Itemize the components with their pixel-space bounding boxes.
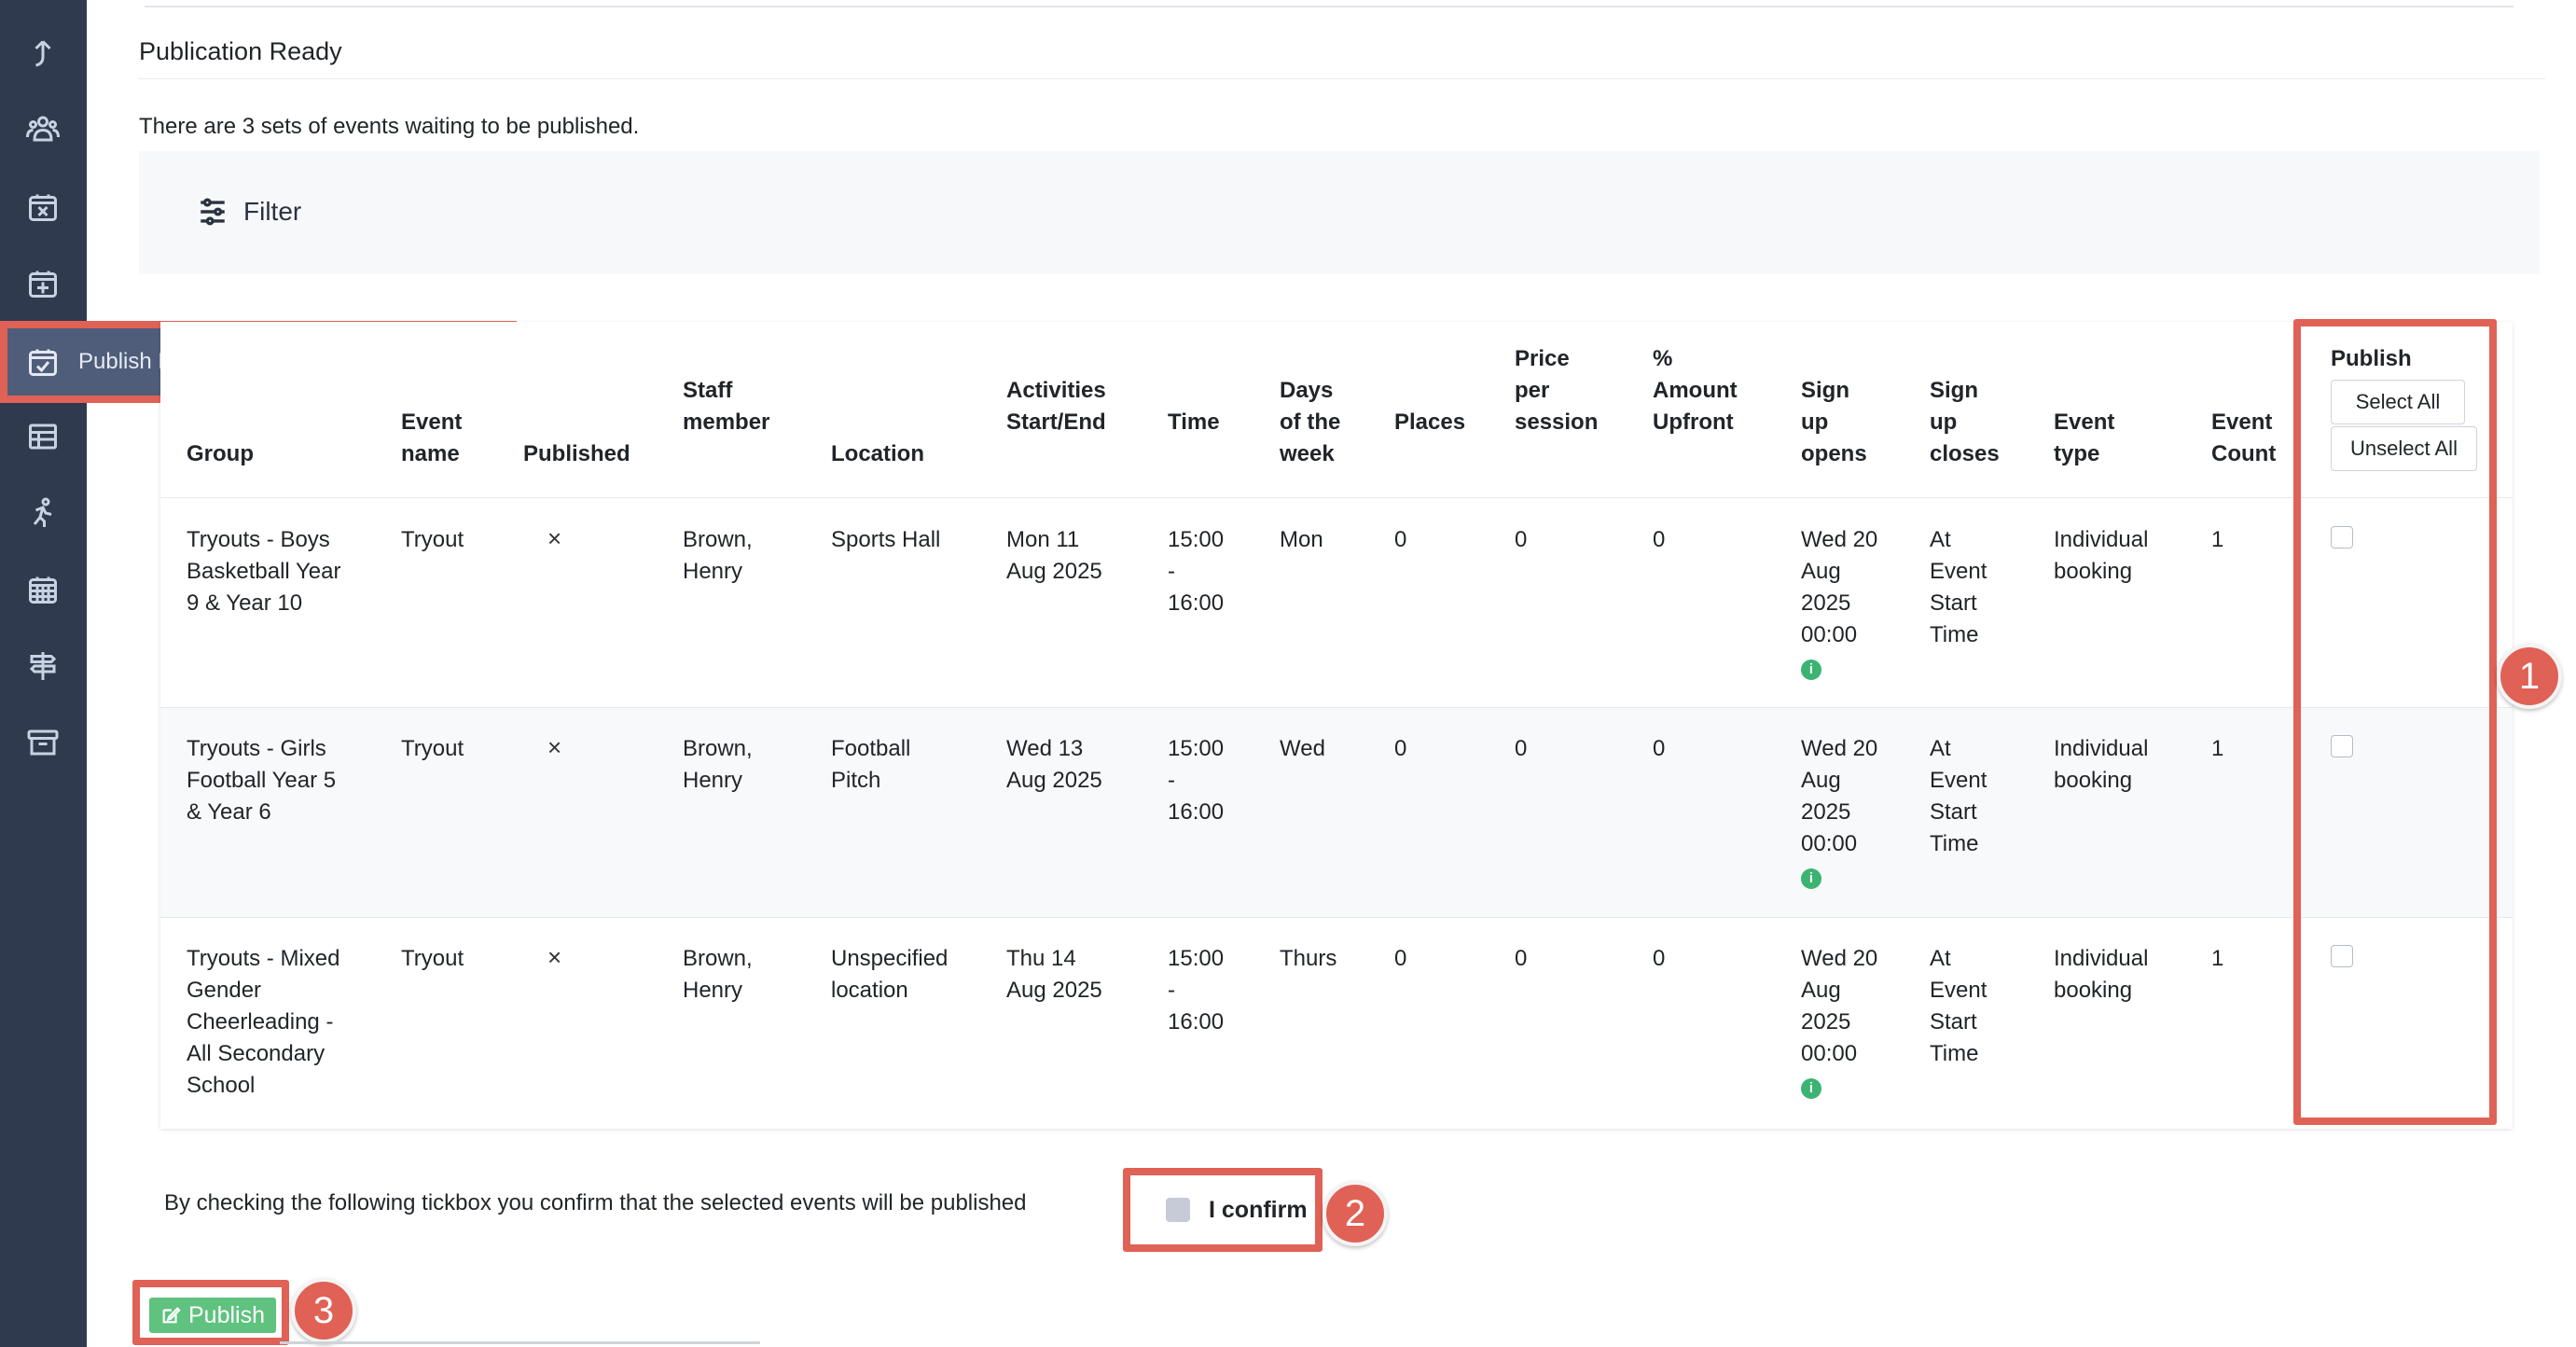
annotation-badge-3: 3	[291, 1278, 356, 1343]
cell-event-name: Tryout	[401, 946, 464, 971]
sliders-icon	[201, 198, 225, 226]
cell-event-name: Tryout	[401, 736, 464, 761]
header-time: Time	[1168, 410, 1220, 435]
cell-time: 15:00-16:00	[1168, 946, 1225, 1035]
filter-label: Filter	[243, 197, 302, 226]
archive-icon[interactable]	[24, 724, 62, 761]
calendar-grid-icon[interactable]	[24, 571, 62, 608]
cell-location: Unspecified location	[831, 946, 949, 1003]
confirm-checkbox[interactable]	[1166, 1198, 1190, 1222]
cell-signup-opens: Wed 20 Aug 2025 00:00 i	[1801, 733, 1877, 892]
cell-places: 0	[1394, 736, 1407, 761]
cell-signup-closes: At Event Start Time	[1930, 946, 1987, 1066]
cell-amount: 0	[1653, 736, 1666, 761]
cell-amount: 0	[1653, 527, 1666, 552]
cell-published: ×	[547, 733, 562, 761]
confirm-label: I confirm	[1209, 1197, 1308, 1223]
cell-group: Tryouts - Boys Basketball Year 9 & Year 10	[187, 527, 341, 616]
header-staff: Staff member	[683, 378, 770, 435]
info-icon[interactable]: i	[1801, 868, 1821, 889]
calendar-check-icon	[7, 345, 78, 379]
cell-places: 0	[1394, 946, 1407, 971]
cell-signup-opens: Wed 20 Aug 2025 00:00 i	[1801, 524, 1877, 683]
activity-icon[interactable]	[24, 494, 62, 532]
cell-location: Football Pitch	[831, 736, 911, 793]
publish-button[interactable]: Publish	[149, 1298, 276, 1333]
cell-days: Wed	[1280, 736, 1325, 761]
section-divider	[139, 78, 2545, 79]
annotation-badge-2: 2	[1323, 1181, 1388, 1246]
top-divider	[145, 6, 2514, 7]
row-divider	[160, 497, 2513, 498]
cell-activities: Wed 13 Aug 2025	[1006, 736, 1102, 793]
cell-places: 0	[1394, 527, 1407, 552]
header-event-name: Event name	[401, 410, 463, 466]
cell-event-type: Individual booking	[2054, 736, 2149, 793]
calendar-plus-icon[interactable]	[24, 265, 62, 302]
info-icon[interactable]: i	[1801, 660, 1821, 680]
cell-staff: Brown, Henry	[683, 736, 753, 793]
cell-days: Mon	[1280, 527, 1323, 552]
header-price: Price per session	[1515, 346, 1599, 435]
annotation-badge-1: 1	[2497, 644, 2562, 709]
cell-group: Tryouts - Girls Football Year 5 & Year 6	[187, 736, 337, 825]
cell-amount: 0	[1653, 946, 1666, 971]
header-event-type: Event type	[2054, 410, 2115, 466]
signpost-icon[interactable]	[24, 647, 62, 685]
filter-panel: Filter	[139, 151, 2540, 274]
cell-price: 0	[1515, 736, 1528, 761]
cell-event-count: 1	[2211, 736, 2224, 761]
cell-price: 0	[1515, 527, 1528, 552]
header-places: Places	[1394, 410, 1466, 435]
row-stripe	[160, 707, 2513, 917]
bottom-divider	[280, 1341, 760, 1344]
cell-event-count: 1	[2211, 527, 2224, 552]
edit-icon	[162, 1307, 181, 1324]
cell-staff: Brown, Henry	[683, 946, 753, 1003]
cell-signup-closes: At Event Start Time	[1930, 736, 1987, 856]
row-divider	[160, 917, 2513, 918]
cell-time: 15:00-16:00	[1168, 527, 1225, 616]
publish-button-label: Publish	[188, 1301, 265, 1328]
header-event-count: Event Count	[2211, 410, 2277, 466]
cell-activities: Thu 14 Aug 2025	[1006, 946, 1102, 1003]
cell-event-type: Individual booking	[2054, 527, 2149, 584]
header-amount: % Amount Upfront	[1653, 346, 1738, 435]
header-location: Location	[831, 441, 924, 466]
cell-event-type: Individual booking	[2054, 946, 2149, 1003]
header-signup-opens: Sign up opens	[1801, 378, 1867, 466]
info-icon[interactable]: i	[1801, 1078, 1821, 1099]
cell-signup-opens: Wed 20 Aug 2025 00:00 i	[1801, 943, 1877, 1102]
header-signup-closes: Sign up closes	[1930, 378, 2000, 466]
cell-activities: Mon 11 Aug 2025	[1006, 527, 1102, 584]
row-divider	[160, 707, 2513, 708]
cell-signup-closes: At Event Start Time	[1930, 527, 1987, 647]
cell-group: Tryouts - Mixed Gender Cheerleading - All S…	[187, 946, 340, 1098]
cell-staff: Brown, Henry	[683, 527, 753, 584]
annotation-highlight-publish-column	[2293, 319, 2497, 1125]
section-title: Publication Ready	[139, 37, 342, 65]
cell-time: 15:00-16:00	[1168, 736, 1225, 825]
sidebar	[0, 0, 87, 1347]
cell-price: 0	[1515, 946, 1528, 971]
arrow-up-icon[interactable]	[24, 35, 62, 73]
filter-button[interactable]: Filter	[197, 196, 301, 228]
header-days: Days of the week	[1280, 378, 1341, 466]
users-icon[interactable]	[24, 110, 62, 147]
table-icon[interactable]	[24, 418, 62, 455]
header-activities: Activities Start/End	[1006, 378, 1106, 435]
cell-event-count: 1	[2211, 946, 2224, 971]
header-published: Published	[523, 441, 630, 466]
header-group: Group	[187, 441, 254, 466]
cell-published: ×	[547, 524, 562, 552]
events-table: Group Event name Published Staff member Lo…	[160, 322, 2513, 1129]
cell-location: Sports Hall	[831, 527, 941, 552]
info-text: There are 3 sets of events waiting to be…	[139, 114, 640, 139]
cell-published: ×	[547, 943, 562, 971]
cell-days: Thurs	[1280, 946, 1337, 971]
calendar-x-icon[interactable]	[24, 188, 62, 226]
main-content: Publication Ready There are 3 sets of ev…	[135, 0, 2562, 1347]
cell-event-name: Tryout	[401, 527, 464, 552]
